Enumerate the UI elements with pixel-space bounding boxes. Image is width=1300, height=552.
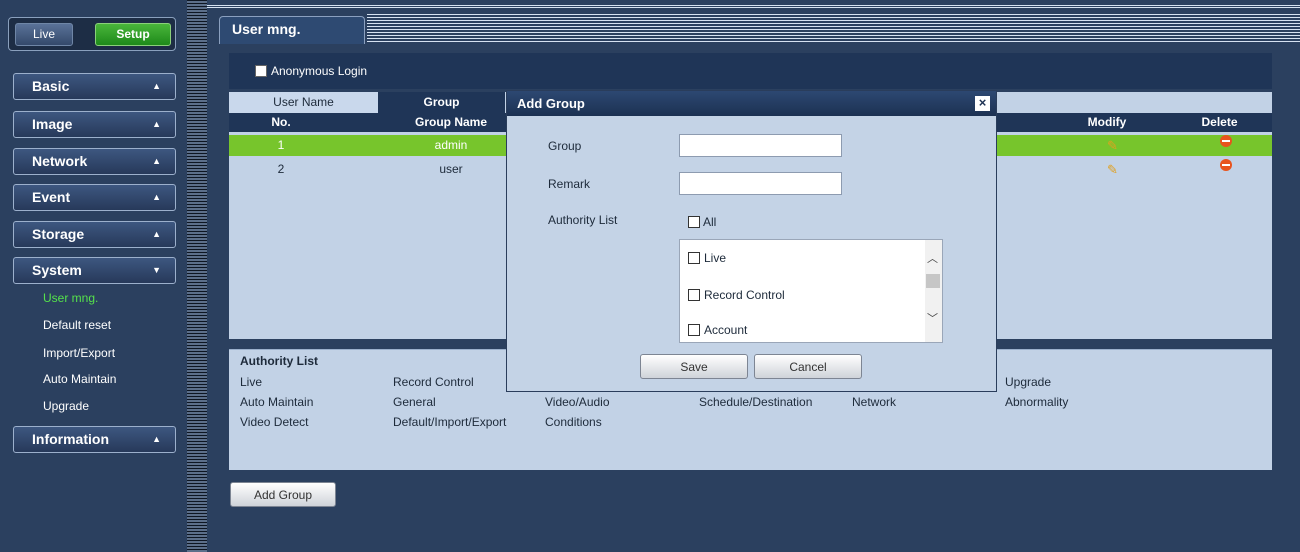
delete-icon[interactable] (1219, 135, 1232, 147)
chevron-up-icon: ▲ (152, 434, 161, 444)
chevron-up-icon: ▲ (152, 119, 161, 129)
menu-storage[interactable]: Storage ▲ (13, 221, 176, 248)
menu-network[interactable]: Network ▲ (13, 148, 176, 175)
save-button[interactable]: Save (640, 354, 748, 379)
option-live[interactable]: Live (688, 251, 726, 265)
setup-button[interactable]: Setup (95, 23, 171, 46)
sidebar: Live Setup Basic ▲ Image ▲ Network ▲ Event ▲… (0, 0, 182, 552)
header-delete: Delete (1201, 115, 1238, 129)
anonymous-login-option[interactable]: Anonymous Login (255, 64, 367, 78)
option-account[interactable]: Account (688, 323, 747, 337)
panel-divider (187, 0, 207, 552)
sidebar-item-import-export[interactable]: Import/Export (43, 346, 115, 360)
add-group-dialog: Add Group × Group Remark Authority List … (506, 90, 997, 392)
sidebar-item-default-reset[interactable]: Default reset (43, 318, 111, 332)
anonymous-login-label: Anonymous Login (271, 64, 368, 78)
anonymous-login-checkbox[interactable] (255, 65, 267, 77)
dialog-title-bar: Add Group × (507, 91, 996, 116)
authority-item: Schedule/Destination (699, 395, 813, 409)
chevron-up-icon[interactable]: ︿ (927, 250, 938, 266)
sidebar-item-auto-maintain[interactable]: Auto Maintain (43, 372, 116, 386)
pencil-icon[interactable]: ✎ (1107, 159, 1118, 180)
record-control-checkbox[interactable] (688, 289, 700, 301)
tab-group[interactable]: Group (378, 92, 505, 113)
add-group-button[interactable]: Add Group (230, 482, 336, 507)
header-lines (207, 5, 1300, 9)
authority-item: Abnormality (1005, 395, 1069, 409)
chevron-up-icon: ▲ (152, 81, 161, 91)
header-modify: Modify (1087, 115, 1127, 129)
pencil-icon[interactable]: ✎ (1107, 135, 1118, 156)
authority-list-label: Authority List (548, 213, 618, 227)
all-label: All (703, 215, 717, 229)
authority-item: Video/Audio (545, 395, 610, 409)
authority-item: Video Detect (240, 415, 309, 429)
authority-item: Upgrade (1005, 375, 1052, 389)
sidebar-item-upgrade[interactable]: Upgrade (43, 399, 89, 413)
account-checkbox[interactable] (688, 324, 700, 336)
sidebar-item-user-mng[interactable]: User mng. (43, 291, 98, 305)
authority-item: Auto Maintain (240, 395, 314, 409)
remark-input[interactable] (679, 172, 842, 195)
group-label: Group (548, 139, 582, 153)
option-label: Account (704, 323, 748, 337)
chevron-up-icon: ▲ (152, 156, 161, 166)
scroll-thumb[interactable] (926, 274, 940, 288)
tab-user-name[interactable]: User Name (229, 92, 378, 113)
row-no: 2 (277, 162, 285, 176)
chevron-up-icon: ▲ (152, 229, 161, 239)
authority-item: Live (240, 375, 263, 389)
menu-image[interactable]: Image ▲ (13, 111, 176, 138)
option-label: Record Control (704, 288, 785, 302)
authority-item: Record Control (393, 375, 474, 389)
row-no: 1 (277, 138, 285, 152)
menu-storage-label: Storage (32, 226, 85, 242)
menu-network-label: Network (32, 153, 88, 169)
group-input[interactable] (679, 134, 842, 157)
live-button[interactable]: Live (15, 23, 73, 46)
close-icon[interactable]: × (975, 96, 990, 111)
menu-basic-label: Basic (32, 78, 70, 94)
chevron-down-icon: ▼ (152, 265, 161, 275)
option-label: Live (704, 251, 727, 265)
menu-system[interactable]: System ▼ (13, 257, 176, 284)
chevron-down-icon[interactable]: ﹀ (927, 310, 938, 326)
authority-item: Network (852, 395, 897, 409)
cancel-button[interactable]: Cancel (754, 354, 862, 379)
header-no: No. (271, 115, 291, 129)
list-scrollbar[interactable]: ︿ ﹀ (925, 240, 942, 342)
all-checkbox[interactable] (688, 216, 700, 228)
authority-list-title: Authority List (240, 354, 318, 368)
anonymous-login-bar: Anonymous Login (229, 53, 1272, 89)
authority-item: Default/Import/Export (393, 415, 507, 429)
menu-image-label: Image (32, 116, 73, 132)
all-option[interactable]: All (688, 215, 716, 229)
authority-options-list: Live Record Control Account ︿ ﹀ (679, 239, 943, 343)
authority-item: General (393, 395, 436, 409)
remark-label: Remark (548, 177, 591, 191)
option-record-control[interactable]: Record Control (688, 288, 785, 302)
live-checkbox[interactable] (688, 252, 700, 264)
page-tab: User mng. (219, 16, 365, 44)
authority-item: Conditions (545, 415, 602, 429)
menu-basic[interactable]: Basic ▲ (13, 73, 176, 100)
menu-event-label: Event (32, 189, 71, 205)
dialog-body: Group Remark Authority List All Live Rec… (507, 116, 996, 391)
header-lines (367, 14, 1300, 42)
dialog-title: Add Group (517, 96, 585, 111)
delete-icon[interactable] (1219, 159, 1232, 171)
menu-information[interactable]: Information ▲ (13, 426, 176, 453)
menu-event[interactable]: Event ▲ (13, 184, 176, 211)
menu-system-label: System (32, 262, 82, 278)
top-nav: Live Setup (8, 17, 176, 51)
menu-information-label: Information (32, 431, 109, 447)
chevron-up-icon: ▲ (152, 192, 161, 202)
